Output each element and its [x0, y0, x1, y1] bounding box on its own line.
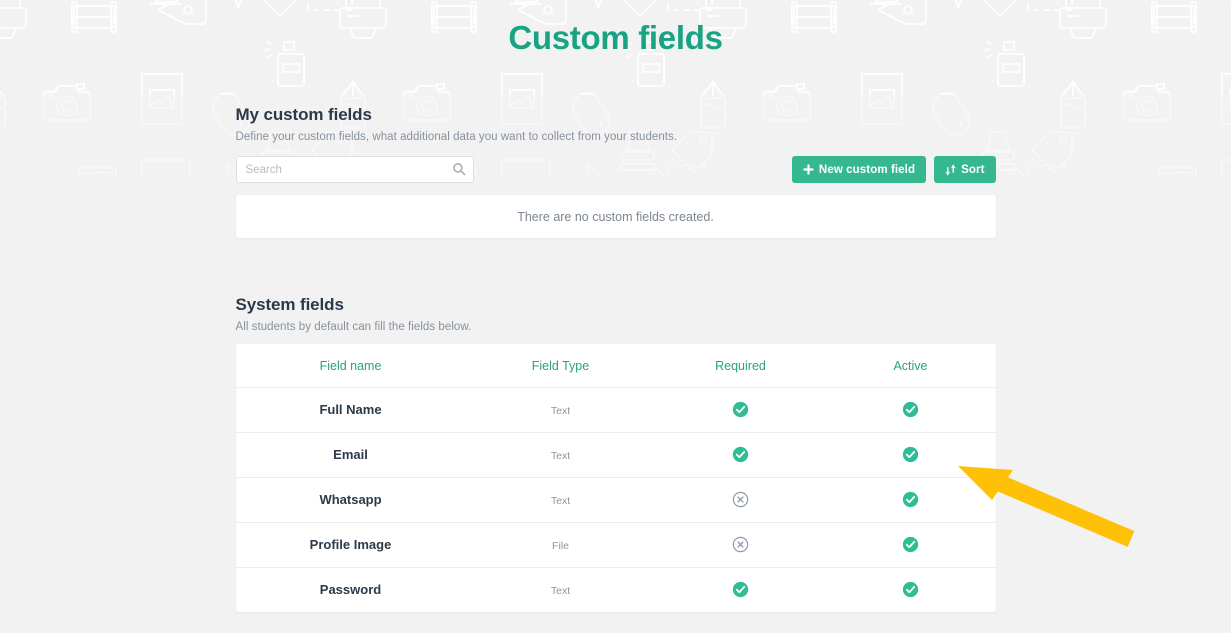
cell-field-type: Text: [465, 387, 656, 433]
table-row: Profile Image File: [235, 522, 996, 568]
search-icon[interactable]: [452, 162, 466, 176]
empty-state-message: There are no custom fields created.: [517, 209, 714, 224]
field-type-label: Text: [550, 450, 571, 462]
page-title: Custom fields: [508, 19, 723, 56]
system-fields-table: Field name Field Type Required Active Fu…: [235, 344, 996, 613]
column-header-field-name: Field name: [235, 344, 466, 388]
required-x-circle-icon[interactable]: [655, 477, 826, 523]
search-container: [235, 156, 474, 183]
plus-icon: [803, 164, 814, 175]
sort-label: Sort: [961, 163, 985, 176]
custom-fields-empty-card: There are no custom fields created.: [235, 195, 996, 238]
system-fields-section: System fields All students by default ca…: [235, 295, 996, 613]
cell-field-name: Profile Image: [235, 522, 466, 568]
sort-button[interactable]: Sort: [934, 156, 996, 183]
field-type-label: File: [552, 540, 569, 552]
page-root: Custom fields My custom fields Define yo…: [0, 0, 1231, 633]
cell-field-name: Whatsapp: [235, 477, 466, 523]
cell-field-type: Text: [465, 477, 656, 523]
table-row: Password Text: [236, 568, 996, 613]
active-check-circle-icon[interactable]: [825, 387, 996, 433]
field-type-label: Text: [550, 405, 571, 417]
field-type-label: Text: [550, 585, 571, 597]
table-row: Email Text: [235, 432, 996, 478]
field-name-label: Email: [333, 447, 368, 462]
table-row: Whatsapp Text: [235, 477, 996, 523]
cell-field-type: File: [465, 522, 656, 568]
table-header-row: Field name Field Type Required Active: [235, 344, 996, 388]
new-custom-field-button[interactable]: New custom field: [791, 156, 927, 183]
custom-fields-description: Define your custom fields, what addition…: [235, 131, 678, 143]
required-check-circle-icon[interactable]: [655, 387, 826, 433]
required-check-circle-icon[interactable]: [655, 432, 826, 478]
cell-field-type: Text: [465, 432, 656, 478]
system-fields-description: All students by default can fill the fie…: [235, 321, 472, 333]
active-check-circle-icon[interactable]: [825, 432, 996, 478]
column-header-required: Required: [655, 344, 826, 388]
search-input[interactable]: [235, 156, 474, 183]
toolbar-button-group: New custom field Sort: [791, 156, 996, 183]
field-name-label: Full Name: [319, 402, 382, 417]
field-name-label: Whatsapp: [319, 492, 382, 507]
column-header-active: Active: [825, 344, 996, 388]
custom-fields-heading: My custom fields: [235, 105, 372, 124]
custom-fields-toolbar: New custom field Sort: [235, 156, 996, 183]
cell-field-name: Password: [236, 568, 466, 613]
cell-field-name: Email: [235, 432, 466, 478]
required-x-circle-icon[interactable]: [655, 522, 826, 568]
content-container: My custom fields Define your custom fiel…: [235, 105, 996, 613]
column-header-field-type: Field Type: [465, 344, 656, 388]
table-head: Field name Field Type Required Active: [235, 344, 996, 388]
active-check-circle-icon[interactable]: [825, 477, 996, 523]
custom-fields-section: My custom fields Define your custom fiel…: [235, 105, 996, 238]
cell-field-name: Full Name: [235, 387, 466, 433]
field-name-label: Password: [319, 582, 382, 597]
sort-icon: [945, 163, 956, 176]
field-type-label: Text: [550, 495, 571, 507]
cell-field-type: Text: [466, 568, 656, 613]
field-name-label: Profile Image: [309, 537, 392, 552]
table-row: Full Name Text: [235, 387, 996, 433]
required-check-circle-icon[interactable]: [656, 568, 826, 613]
table-body: Full Name Text Email Text Whatsapp Text Profil…: [235, 387, 996, 613]
active-check-circle-icon[interactable]: [825, 522, 996, 568]
new-custom-field-label: New custom field: [818, 163, 916, 176]
active-check-circle-icon[interactable]: [826, 568, 996, 613]
system-fields-heading: System fields: [235, 295, 344, 314]
